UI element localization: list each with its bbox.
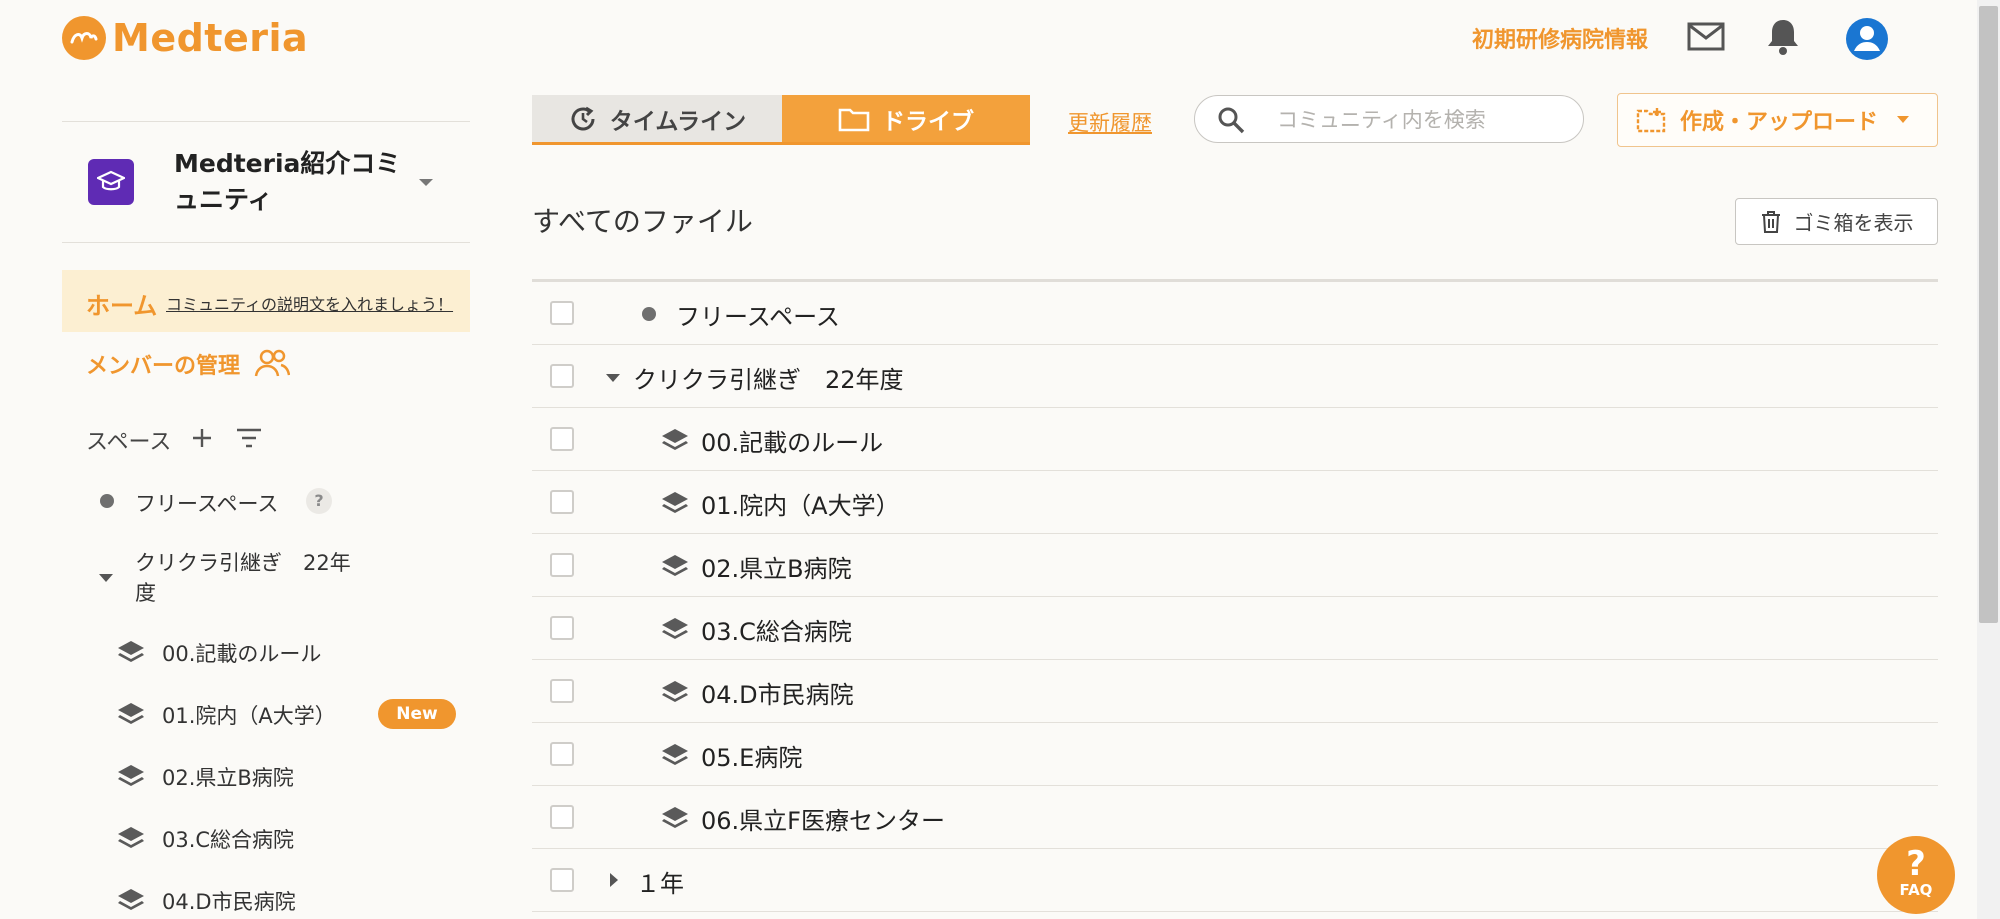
sidebar-item-c-hospital[interactable]: 03.C総合病院: [162, 824, 294, 854]
help-icon[interactable]: ?: [306, 488, 332, 514]
folder-add-icon: [1636, 108, 1666, 133]
layers-icon: [116, 701, 146, 727]
space-dot-icon: [100, 494, 114, 508]
row-label[interactable]: 03.C総合病院: [701, 612, 852, 647]
faq-question-icon: ?: [1906, 844, 1926, 884]
logo-mark-icon: [62, 16, 106, 60]
row-checkbox[interactable]: [550, 679, 574, 703]
row-checkbox[interactable]: [550, 616, 574, 640]
create-upload-label: 作成・アップロード: [1680, 110, 1879, 135]
history-icon: [571, 106, 595, 130]
search-input[interactable]: [1275, 104, 1569, 136]
row-checkbox[interactable]: [550, 427, 574, 451]
layers-icon: [660, 553, 690, 579]
sidebar-item-b-hospital[interactable]: 02.県立B病院: [162, 762, 294, 792]
tab-drive-label: ドライブ: [882, 108, 974, 135]
sidebar-item-d-hospital[interactable]: 04.D市民病院: [162, 886, 296, 916]
row-label[interactable]: クリクラ引継ぎ 22年度: [633, 360, 904, 395]
table-row[interactable]: 03.C総合病院: [532, 597, 1938, 660]
add-space-plus-icon[interactable]: [190, 426, 214, 450]
layers-icon: [116, 639, 146, 665]
tab-drive[interactable]: ドライブ: [782, 95, 1030, 145]
folder-icon: [838, 108, 870, 131]
mail-icon[interactable]: [1686, 16, 1726, 56]
tab-timeline-label: タイムライン: [609, 108, 747, 135]
row-label[interactable]: 01.院内（A大学）: [701, 486, 900, 521]
sidebar-item-free-space[interactable]: フリースペース: [135, 488, 278, 518]
filter-icon[interactable]: [236, 428, 262, 448]
page-title: すべてのファイル: [532, 205, 753, 238]
space-dot-icon: [642, 307, 656, 321]
create-upload-button[interactable]: 作成・アップロード: [1617, 93, 1938, 147]
home-link[interactable]: ホーム: [86, 286, 157, 321]
layers-icon: [660, 742, 690, 768]
sidebar-divider: [62, 242, 470, 243]
faq-button[interactable]: ? FAQ: [1877, 836, 1955, 914]
row-checkbox[interactable]: [550, 805, 574, 829]
faq-label: FAQ: [1899, 881, 1933, 899]
search-icon: [1217, 106, 1245, 134]
sidebar-group-line1[interactable]: クリクラ引継ぎ 22年: [135, 547, 351, 577]
row-label[interactable]: 00.記載のルール: [701, 423, 883, 458]
update-history-link[interactable]: 更新履歴: [1068, 107, 1152, 137]
layers-icon: [116, 825, 146, 851]
table-row[interactable]: 05.E病院: [532, 723, 1938, 786]
layers-icon: [660, 490, 690, 516]
chevron-down-icon: [1897, 116, 1909, 123]
row-checkbox[interactable]: [550, 553, 574, 577]
table-row[interactable]: クリクラ引継ぎ 22年度: [532, 345, 1938, 408]
row-label[interactable]: 04.D市民病院: [701, 675, 854, 710]
row-checkbox[interactable]: [550, 868, 574, 892]
community-icon: [88, 159, 134, 205]
sidebar-item-a-univ[interactable]: 01.院内（A大学）: [162, 700, 336, 730]
row-label[interactable]: 05.E病院: [701, 738, 802, 773]
search-box[interactable]: [1194, 95, 1584, 143]
sidebar-divider: [62, 121, 470, 122]
table-row[interactable]: １年: [532, 849, 1938, 912]
table-row[interactable]: フリースペース: [532, 282, 1938, 345]
trash-icon: [1761, 210, 1780, 233]
show-trash-label: ゴミ箱を表示: [1793, 211, 1914, 235]
table-row[interactable]: 02.県立B病院: [532, 534, 1938, 597]
table-row[interactable]: 00.記載のルール: [532, 408, 1938, 471]
row-checkbox[interactable]: [550, 490, 574, 514]
sidebar-group-line2[interactable]: 度: [135, 577, 156, 607]
group-collapse-caret-icon[interactable]: [606, 374, 620, 382]
bell-icon[interactable]: [1764, 16, 1802, 58]
layers-icon: [116, 763, 146, 789]
table-row[interactable]: 01.院内（A大学）: [532, 471, 1938, 534]
logo-text: Medteria: [112, 16, 309, 60]
row-label[interactable]: フリースペース: [676, 297, 840, 332]
scrollbar-thumb[interactable]: [1979, 6, 1998, 623]
layers-icon: [660, 427, 690, 453]
spaces-label: スペース: [86, 430, 172, 455]
community-name[interactable]: Medteria紹介コミュニティ: [174, 146, 404, 218]
community-description-link[interactable]: コミュニティの説明文を入れましょう！: [166, 291, 453, 315]
hospital-info-link[interactable]: 初期研修病院情報: [1472, 22, 1648, 54]
account-icon[interactable]: [1845, 17, 1889, 61]
table-row[interactable]: 04.D市民病院: [532, 660, 1938, 723]
show-trash-button[interactable]: ゴミ箱を表示: [1735, 198, 1938, 245]
row-label[interactable]: 02.県立B病院: [701, 549, 852, 584]
layers-icon: [660, 805, 690, 831]
group-collapse-caret-icon[interactable]: [99, 574, 113, 582]
layers-icon: [660, 679, 690, 705]
sidebar-item-rules[interactable]: 00.記載のルール: [162, 638, 321, 668]
medteria-logo[interactable]: Medteria: [62, 16, 308, 60]
row-checkbox[interactable]: [550, 742, 574, 766]
row-label[interactable]: 06.県立F医療センター: [701, 801, 945, 836]
layers-icon: [660, 616, 690, 642]
community-chevron-down-icon[interactable]: [418, 178, 434, 188]
row-checkbox[interactable]: [550, 301, 574, 325]
member-management-link[interactable]: メンバーの管理: [86, 348, 240, 380]
new-badge: New: [378, 699, 456, 729]
row-checkbox[interactable]: [550, 364, 574, 388]
members-icon[interactable]: [254, 348, 290, 378]
layers-icon: [116, 887, 146, 913]
table-row[interactable]: 06.県立F医療センター: [532, 786, 1938, 849]
row-label[interactable]: １年: [636, 864, 684, 899]
group-expand-caret-icon[interactable]: [610, 873, 618, 887]
tab-timeline[interactable]: タイムライン: [532, 95, 782, 145]
